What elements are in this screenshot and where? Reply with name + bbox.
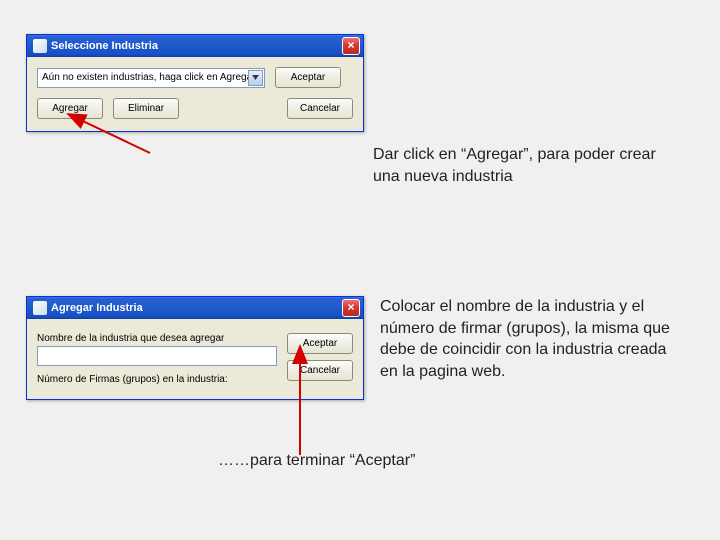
- title-text: Seleccione Industria: [51, 40, 342, 52]
- arrow-to-add: [60, 108, 160, 158]
- industry-row: Aún no existen industrias, haga click en…: [37, 67, 353, 88]
- chevron-down-icon[interactable]: [248, 70, 263, 86]
- form-left: Nombre de la industria que desea agregar…: [37, 329, 277, 387]
- annotation-name: Colocar el nombre de la industria y el n…: [380, 296, 680, 382]
- firm-count-label: Número de Firmas (grupos) en la industri…: [37, 374, 277, 385]
- industry-name-input[interactable]: [37, 346, 277, 366]
- close-icon[interactable]: ×: [342, 299, 360, 317]
- app-icon: [33, 39, 47, 53]
- close-icon[interactable]: ×: [342, 37, 360, 55]
- industry-select[interactable]: Aún no existen industrias, haga click en…: [37, 68, 265, 88]
- title-text: Agregar Industria: [51, 302, 342, 314]
- accept-button[interactable]: Aceptar: [275, 67, 341, 88]
- app-icon: [33, 301, 47, 315]
- annotation-add: Dar click en “Agregar”, para poder crear…: [373, 144, 673, 187]
- arrow-to-accept: [280, 340, 320, 460]
- titlebar[interactable]: Seleccione Industria ×: [27, 35, 363, 57]
- cancel-button[interactable]: Cancelar: [287, 98, 353, 119]
- industry-name-label: Nombre de la industria que desea agregar: [37, 333, 277, 344]
- select-value: Aún no existen industrias, haga click en…: [42, 72, 248, 83]
- annotation-final: ……para terminar “Aceptar”: [218, 452, 415, 470]
- titlebar[interactable]: Agregar Industria ×: [27, 297, 363, 319]
